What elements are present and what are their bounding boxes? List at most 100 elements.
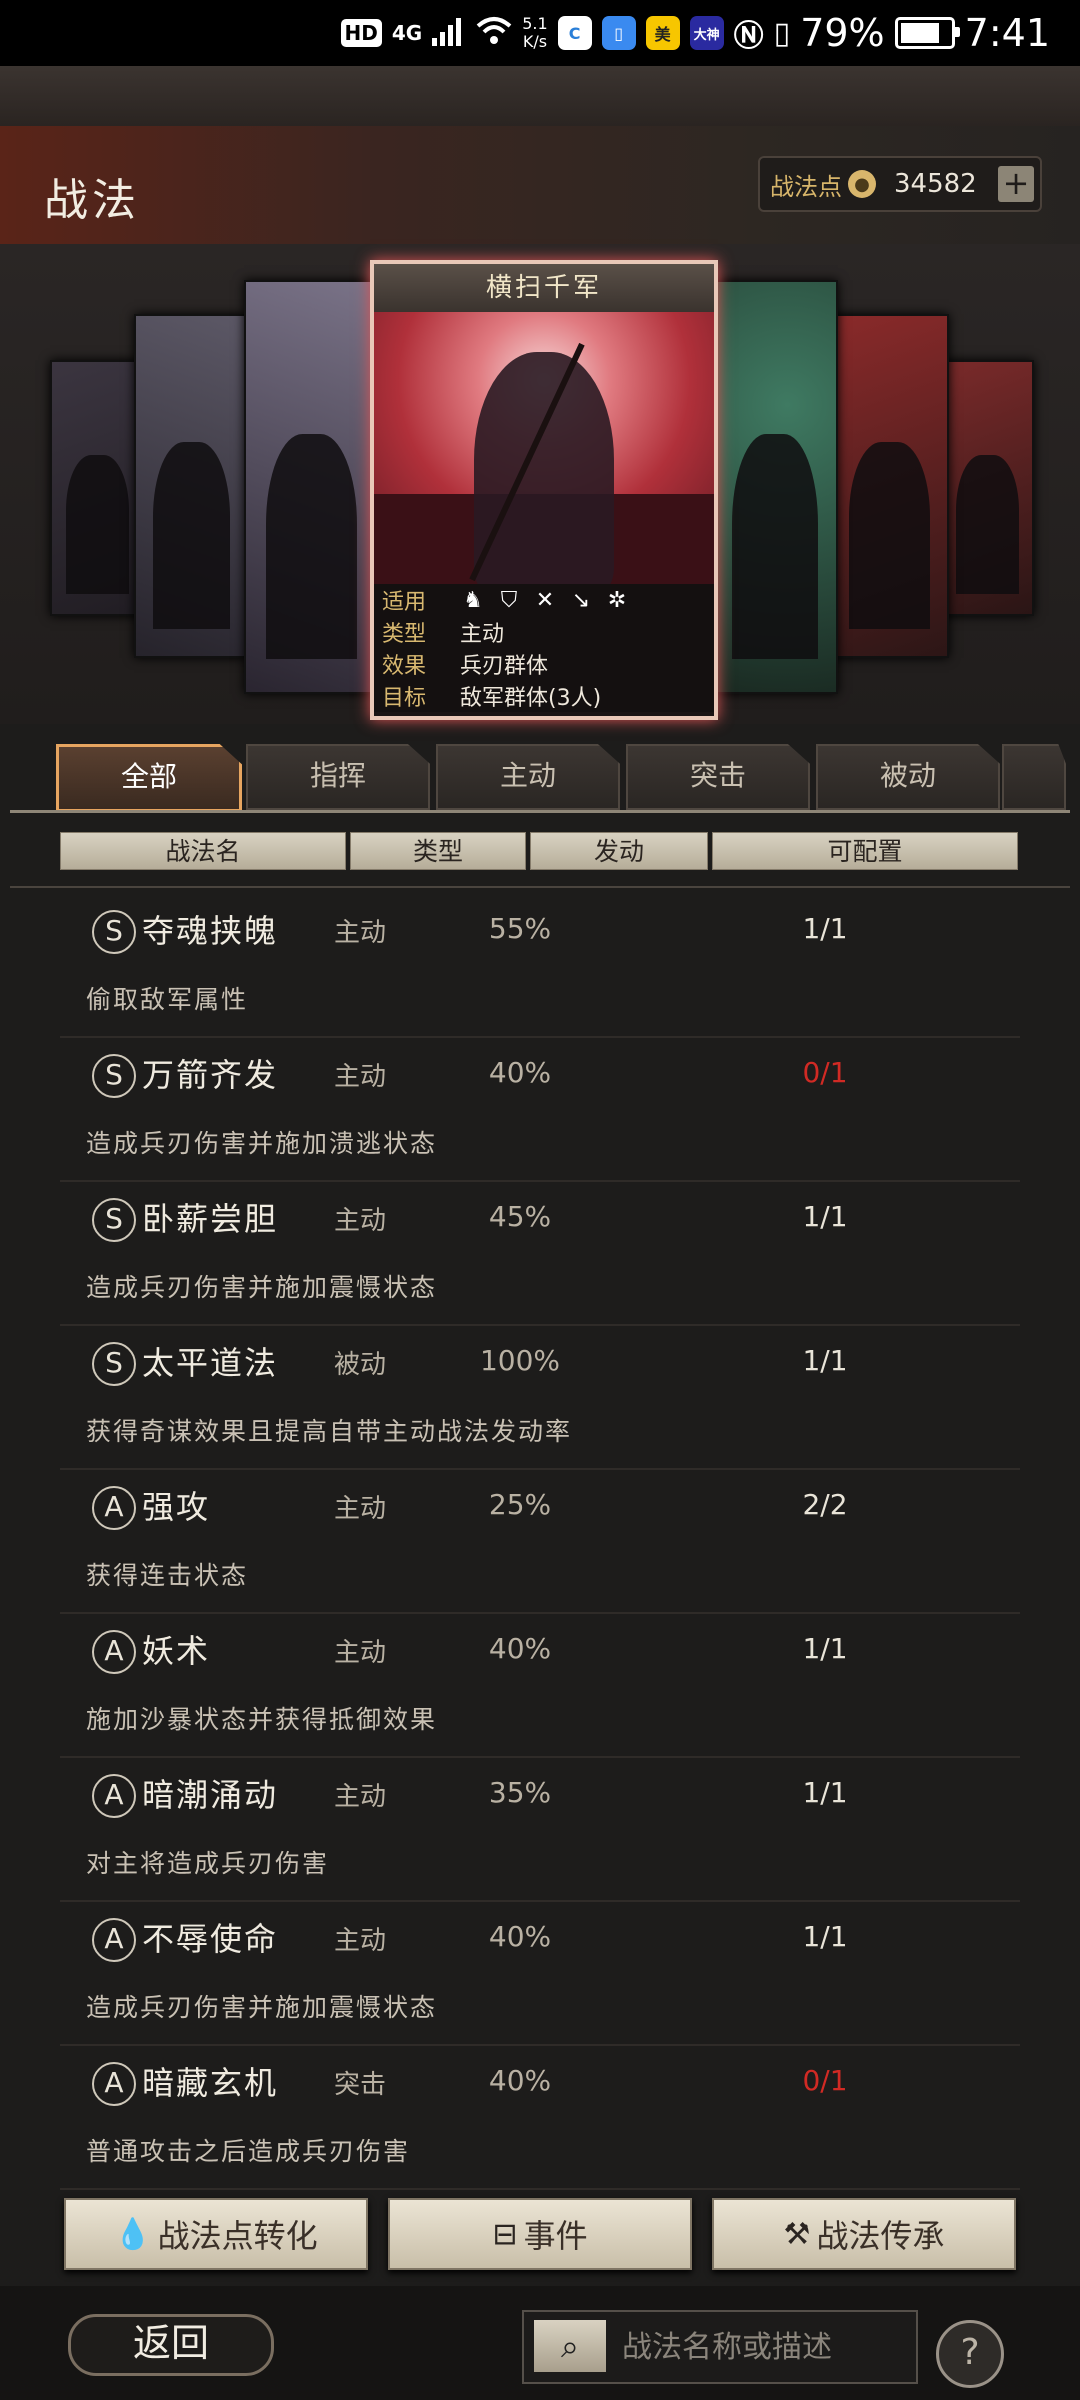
skill-type: 主动 <box>333 1926 386 1956</box>
skill-card-thumbnail[interactable] <box>940 360 1034 616</box>
tab-assault[interactable]: 突击 <box>626 744 810 810</box>
skill-card-carousel[interactable]: 横扫千军 适用 ♞ ⛉ ✕ ↘ ✲ 类型 主动 效果 兵刃群体 目标 敌军群体(… <box>0 244 1080 724</box>
button-label: 事件 <box>523 2217 588 2255</box>
tab-more[interactable] <box>1002 744 1066 810</box>
column-header-config[interactable]: 可配置 <box>712 832 1018 870</box>
inherit-skill-button[interactable]: ⚒ 战法传承 <box>712 2198 1016 2270</box>
skill-row[interactable]: S 太平道法 被动 100% 1/1 获得奇谋效果且提高自带主动战法发动率 <box>60 1326 1020 1470</box>
convert-points-button[interactable]: 💧 战法点转化 <box>64 2198 368 2270</box>
skill-row[interactable]: A 暗潮涌动 主动 35% 1/1 对主将造成兵刃伤害 <box>60 1758 1020 1902</box>
app-c-icon: C <box>557 16 592 50</box>
status-bar: HD 4G 5.1 K/s C ▯ 美 大神 Ⓝ ▯ 79% 7:41 <box>0 0 1080 66</box>
skill-config: 0/1 <box>802 2064 848 2097</box>
filter-tabs: 全部 指挥 主动 突击 被动 <box>0 742 1080 812</box>
skill-row[interactable]: S 卧薪尝胆 主动 45% 1/1 造成兵刃伤害并施加震慑状态 <box>60 1182 1020 1326</box>
search-icon[interactable]: ⌕ <box>534 2320 606 2372</box>
skill-name: 暗藏玄机 <box>142 2064 279 2102</box>
skill-card-thumbnail[interactable] <box>712 280 838 694</box>
event-icon: ⊟ <box>492 2216 518 2252</box>
skill-rate: 25% <box>488 1488 552 1521</box>
nfc-icon: Ⓝ <box>733 19 764 54</box>
skill-rate: 40% <box>488 2064 552 2097</box>
skill-row[interactable]: S 万箭齐发 主动 40% 0/1 造成兵刃伤害并施加溃逃状态 <box>60 1038 1020 1182</box>
skill-config: 1/1 <box>802 1200 848 1233</box>
skill-list: S 夺魂挟魄 主动 55% 1/1 偷取敌军属性 S 万箭齐发 主动 40% 0… <box>60 894 1020 2190</box>
net-speed-value: 5.1 <box>522 14 548 33</box>
footer-bar: 返回 ⌕ ? <box>0 2286 1080 2400</box>
skill-card-thumbnail[interactable] <box>134 314 248 658</box>
skill-description: 造成兵刃伤害并施加震慑状态 <box>86 1273 438 1302</box>
skill-description: 造成兵刃伤害并施加溃逃状态 <box>86 1129 438 1158</box>
skill-row[interactable]: A 强攻 主动 25% 2/2 获得连击状态 <box>60 1470 1020 1614</box>
skill-card-thumbnail[interactable] <box>244 280 378 694</box>
divider <box>10 886 1070 888</box>
info-label: 类型 <box>382 622 427 647</box>
skill-config: 0/1 <box>802 1056 848 1089</box>
info-value: 敌军群体(3人) <box>460 686 602 711</box>
wifi-icon <box>476 11 512 55</box>
rank-badge: S <box>92 1198 136 1242</box>
skill-type: 突击 <box>333 2070 386 2100</box>
column-header-type[interactable]: 类型 <box>350 832 526 870</box>
top-decoration <box>0 66 1080 126</box>
rank-badge: A <box>92 1486 136 1530</box>
skill-type: 主动 <box>333 1494 386 1524</box>
rank-badge: A <box>92 2062 136 2106</box>
skill-card-thumbnail[interactable] <box>50 360 144 616</box>
skill-description: 造成兵刃伤害并施加震慑状态 <box>86 1993 438 2022</box>
skill-rate: 55% <box>488 912 552 945</box>
skill-name: 夺魂挟魄 <box>142 912 279 950</box>
net-speed: 5.1 K/s <box>522 15 547 51</box>
skill-card-thumbnail[interactable] <box>830 314 949 658</box>
skill-points-value: 34582 <box>894 169 977 199</box>
skill-row[interactable]: A 不辱使命 主动 40% 1/1 造成兵刃伤害并施加震慑状态 <box>60 1902 1020 2046</box>
info-row-use: 适用 ♞ ⛉ ✕ ↘ ✲ <box>374 584 714 616</box>
featured-skill-info: 适用 ♞ ⛉ ✕ ↘ ✲ 类型 主动 效果 兵刃群体 目标 敌军群体(3人) <box>374 584 714 712</box>
skill-row[interactable]: A 妖术 主动 40% 1/1 施加沙暴状态并获得抵御效果 <box>60 1614 1020 1758</box>
column-header-name[interactable]: 战法名 <box>60 832 346 870</box>
button-label: 战法点转化 <box>157 2217 318 2255</box>
skill-name: 暗潮涌动 <box>142 1776 279 1814</box>
divider <box>10 810 1070 813</box>
rank-badge: A <box>92 1774 136 1818</box>
skill-row[interactable]: S 夺魂挟魄 主动 55% 1/1 偷取敌军属性 <box>60 894 1020 1038</box>
column-header-rate[interactable]: 发动 <box>530 832 708 870</box>
skill-config: 1/1 <box>802 912 848 945</box>
featured-skill-art <box>374 312 714 584</box>
network-type: 4G <box>391 21 423 45</box>
add-points-button[interactable]: + <box>998 166 1034 202</box>
back-button[interactable]: 返回 <box>68 2314 274 2376</box>
featured-skill-name: 横扫千军 <box>374 264 714 312</box>
hammer-icon: ⚒ <box>783 2216 811 2252</box>
tab-all[interactable]: 全部 <box>56 744 242 812</box>
skill-config: 1/1 <box>802 1632 848 1665</box>
skill-description: 获得奇谋效果且提高自带主动战法发动率 <box>86 1417 573 1446</box>
skill-config: 1/1 <box>802 1920 848 1953</box>
info-label: 目标 <box>382 686 427 711</box>
siege-icon: ✲ <box>607 587 627 613</box>
skill-rate: 45% <box>488 1200 552 1233</box>
featured-skill-card[interactable]: 横扫千军 适用 ♞ ⛉ ✕ ↘ ✲ 类型 主动 效果 兵刃群体 目标 敌军群体(… <box>370 260 718 720</box>
skill-config: 2/2 <box>802 1488 848 1521</box>
signal-icon <box>432 11 466 55</box>
skill-description: 普通攻击之后造成兵刃伤害 <box>86 2137 411 2166</box>
search-input[interactable] <box>620 2320 904 2374</box>
status-icons: HD 4G 5.1 K/s C ▯ 美 大神 Ⓝ ▯ 79% 7:41 <box>340 6 1050 60</box>
events-button[interactable]: ⊟ 事件 <box>388 2198 692 2270</box>
tab-passive[interactable]: 被动 <box>816 744 1000 810</box>
tab-command[interactable]: 指挥 <box>246 744 430 810</box>
app-phone-icon: ▯ <box>601 16 636 50</box>
skill-type: 主动 <box>333 1782 386 1812</box>
battery-percent: 79% <box>800 11 885 55</box>
info-value: 兵刃群体 <box>460 654 549 679</box>
cavalry-icon: ♞ <box>463 587 483 613</box>
skill-row[interactable]: A 暗藏玄机 突击 40% 0/1 普通攻击之后造成兵刃伤害 <box>60 2046 1020 2190</box>
tab-active[interactable]: 主动 <box>436 744 620 810</box>
page-title: 战法 <box>44 175 140 226</box>
skill-name: 万箭齐发 <box>142 1056 279 1094</box>
help-button[interactable]: ? <box>936 2320 1004 2388</box>
info-label: 适用 <box>382 590 427 615</box>
skill-name: 不辱使命 <box>142 1920 279 1958</box>
skill-points-panel: 战法点 ● 34582 + <box>758 156 1042 212</box>
skill-type: 被动 <box>333 1350 386 1380</box>
